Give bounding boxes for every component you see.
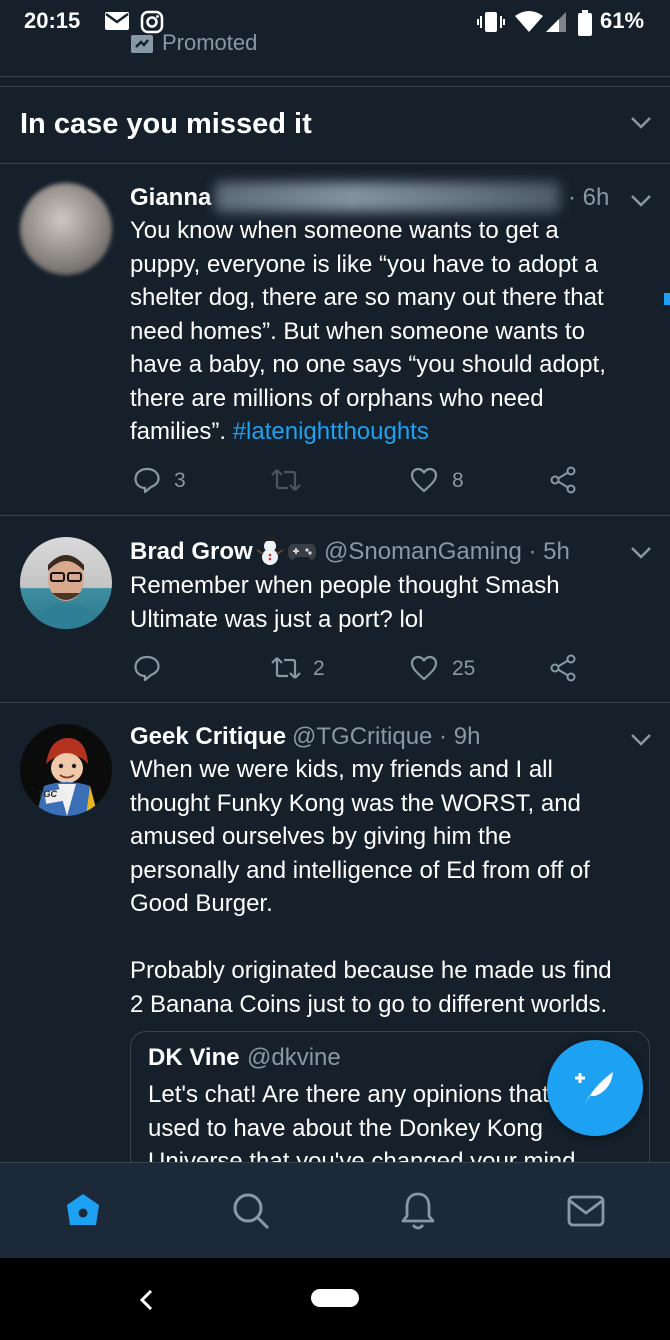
tweet-line: families”. #latenightthoughts [130,415,645,449]
section-chevron-down-icon[interactable] [630,116,652,135]
like-count: 25 [452,657,476,680]
retweet-icon [270,468,302,497]
home-icon[interactable] [64,1191,102,1234]
tweet-line-text: families”. [130,418,227,445]
avatar[interactable] [20,537,112,629]
tweet-line: puppy, everyone is like “you have to ado… [130,250,598,278]
retweet-icon[interactable] [270,656,302,685]
promoted-text: Promoted [162,30,258,55]
section-title: In case you missed it [20,108,312,140]
tweet-line: thought Funky Kong was the WORST, and [130,789,581,817]
tweet-menu-chevron-icon[interactable] [630,546,652,565]
compose-feather-icon [571,1066,619,1115]
tweet-handle-time: @SnomanGaming · 5h [324,538,570,565]
tweet-time: · 6h [568,184,610,211]
back-icon[interactable] [138,1288,154,1317]
avatar[interactable] [20,724,112,816]
tweet-line: You know when someone wants to get a [130,217,559,244]
divider [0,86,670,87]
home-pill-button[interactable] [311,1289,359,1307]
search-icon[interactable] [231,1191,271,1236]
tweet-line: When we were kids, my friends and I all [130,756,553,783]
hashtag-link[interactable]: #latenightthoughts [233,418,429,445]
tweet-menu-chevron-icon[interactable] [630,194,652,213]
tweet-handle-time: @TGCritique · 9h [292,723,481,750]
game-controller-emoji-icon [287,542,317,567]
tweet-line: there are millions of orphans who need [130,384,544,412]
messages-icon[interactable] [567,1195,605,1232]
compose-tweet-button[interactable] [547,1040,643,1136]
tweet-text: When we were kids, my friends and I all … [130,753,645,1021]
reply-count: 3 [174,469,186,492]
avatar[interactable] [20,183,112,275]
tweet-line: 2 Banana Coins just to go to different w… [130,990,608,1018]
quoted-author-name: DK Vine [148,1044,240,1071]
system-nav-bar [0,1258,670,1340]
like-count: 8 [452,469,464,492]
like-icon[interactable] [410,655,438,686]
divider [0,76,670,77]
tweet-author-name[interactable]: Gianna [130,184,211,212]
tweet-menu-chevron-icon[interactable] [630,733,652,752]
tweet-author-name[interactable]: Brad Grow [130,538,253,566]
share-icon[interactable] [549,654,577,687]
snowman-emoji-icon [256,534,284,571]
tweet-line: Good Burger. [130,890,273,917]
avatar-logo-text: TGC [38,789,57,799]
bottom-nav [0,1162,670,1259]
tweet-line: need homes”. But when someone wants to [130,317,585,345]
promoted-label-row: Promoted [0,28,670,78]
tweet-line: shelter dog, there are so many out there… [130,284,604,311]
like-icon[interactable] [410,467,438,498]
promoted-icon [130,34,154,59]
tweet-brad-grow[interactable]: Brad Grow @SnomanGaming · 5h Remember wh… [0,516,670,702]
quoted-handle: @dkvine [247,1044,341,1071]
share-icon[interactable] [549,466,577,499]
tweet-line: amused ourselves by giving him the [130,823,512,850]
tweet-line: Probably originated because he made us f… [130,957,612,984]
tweet-gianna[interactable]: Gianna · 6h You know when someone wants … [0,164,670,514]
notifications-icon[interactable] [400,1191,436,1236]
tweet-line: personally and intelligence of Ed from o… [130,856,590,884]
tweet-author-name[interactable]: Geek Critique [130,723,286,751]
tweet-text: You know when someone wants to get a pup… [130,214,645,449]
reply-icon[interactable] [133,654,161,687]
tweet-text: Remember when people thought Smash Ultim… [130,569,645,636]
retweet-count: 2 [313,657,325,680]
tweet-line: Ultimate was just a port? lol [130,605,424,633]
tweet-line: Remember when people thought Smash [130,572,560,599]
redacted-handle [215,182,560,212]
tweet-line: have a baby, no one says “you should ado… [130,351,606,378]
reply-icon[interactable] [133,466,161,499]
